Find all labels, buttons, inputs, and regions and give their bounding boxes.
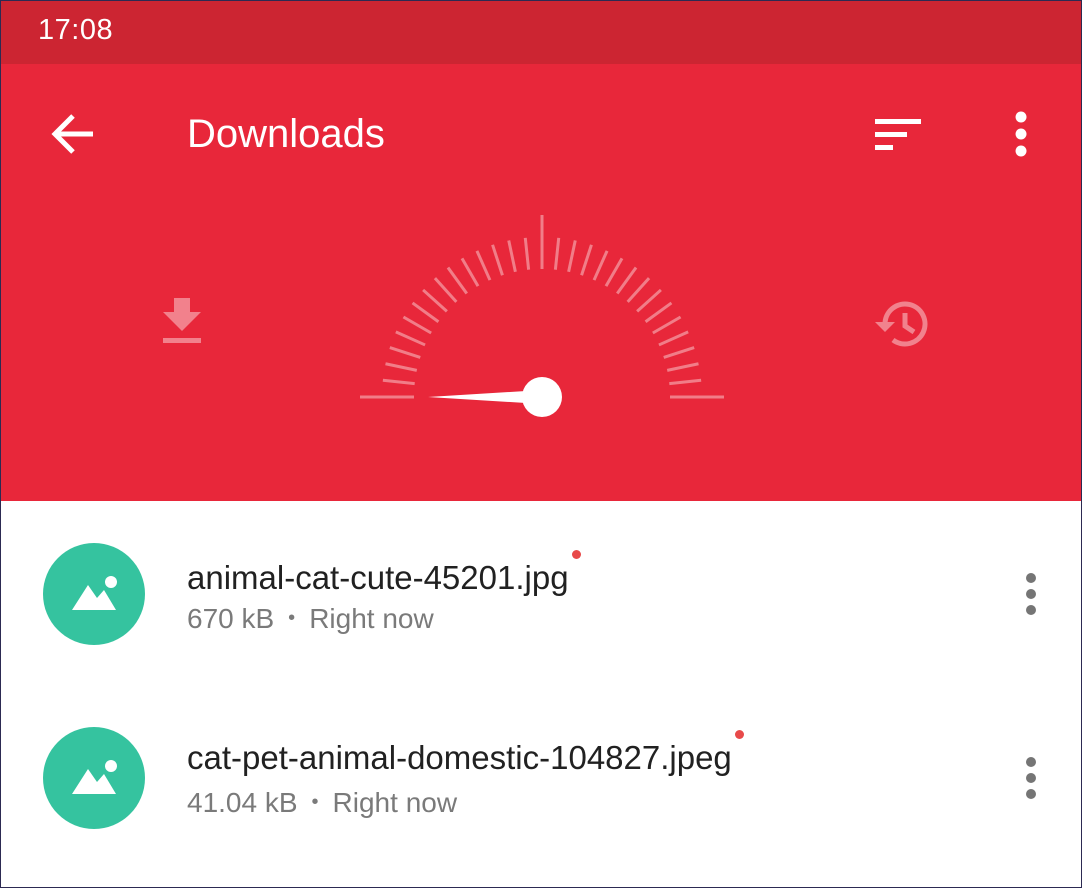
gauge-tick xyxy=(395,330,426,347)
meta-separator: • xyxy=(311,791,319,813)
gauge-tick xyxy=(446,266,468,295)
meta-separator: • xyxy=(288,607,296,629)
gauge-tick xyxy=(666,362,699,372)
speedometer-gauge xyxy=(360,215,724,417)
back-button[interactable] xyxy=(45,104,105,164)
gauge-tick xyxy=(616,266,638,295)
gauge-hub xyxy=(522,377,562,417)
new-indicator-dot xyxy=(734,730,744,739)
history-button[interactable] xyxy=(873,296,933,352)
gauge-tick xyxy=(553,237,561,270)
item-more-button[interactable] xyxy=(1015,755,1047,803)
sort-icon xyxy=(875,119,921,150)
gauge-tick xyxy=(626,277,651,303)
gauge-tick xyxy=(491,244,504,276)
file-size: 41.04 kB xyxy=(187,787,298,818)
more-vert-icon xyxy=(1015,111,1027,157)
file-name-row: cat-pet-animal-domestic-104827.jpeg xyxy=(187,730,744,777)
item-more-button[interactable] xyxy=(1015,571,1047,619)
gauge-tick xyxy=(580,244,593,276)
gauge-tick xyxy=(460,257,480,287)
file-time: Right now xyxy=(309,603,434,634)
image-icon xyxy=(72,576,117,610)
file-size: 670 kB xyxy=(187,603,275,634)
file-name: cat-pet-animal-domestic-104827.jpeg xyxy=(187,739,732,776)
app-frame: 17:08 Downloads animal-cat-cute-45201.jp… xyxy=(0,0,1082,888)
gauge-tick xyxy=(385,362,418,372)
more-vert-icon xyxy=(1026,573,1036,615)
file-name-row: animal-cat-cute-45201.jpg xyxy=(187,550,581,597)
file-thumbnail xyxy=(43,727,145,829)
gauge-tick xyxy=(658,330,689,347)
file-time: Right now xyxy=(332,787,458,818)
file-meta: 670 kB • Right now xyxy=(187,603,434,635)
file-name: animal-cat-cute-45201.jpg xyxy=(187,559,569,596)
app-bar: Downloads xyxy=(1,64,1081,501)
gauge-tick xyxy=(402,315,432,335)
gauge-tick xyxy=(636,288,662,313)
gauge-tick xyxy=(567,240,577,273)
sort-button[interactable] xyxy=(871,110,927,160)
gauge-tick xyxy=(507,240,517,273)
gauge-tick xyxy=(475,250,492,281)
list-item[interactable]: cat-pet-animal-domestic-104827.jpeg 41.0… xyxy=(1,685,1081,869)
file-meta: 41.04 kB • Right now xyxy=(187,787,457,819)
history-icon xyxy=(875,301,928,347)
gauge-tick xyxy=(604,257,624,287)
gauge-tick xyxy=(663,346,695,359)
image-icon xyxy=(72,760,117,794)
gauge-ticks xyxy=(360,215,724,399)
gauge-tick xyxy=(382,378,415,386)
gauge-tick xyxy=(433,277,458,303)
more-vert-icon xyxy=(1026,757,1036,799)
status-bar: 17:08 xyxy=(1,1,1081,64)
gauge-tick xyxy=(644,301,673,323)
gauge-tick xyxy=(411,301,440,323)
gauge-tick xyxy=(652,315,682,335)
downloads-tab-button[interactable] xyxy=(159,296,205,346)
gauge-tick xyxy=(422,288,448,313)
list-item[interactable]: animal-cat-cute-45201.jpg 670 kB • Right n… xyxy=(1,501,1081,685)
more-options-button[interactable] xyxy=(1005,108,1037,162)
gauge-tick xyxy=(389,346,421,359)
new-indicator-dot xyxy=(571,550,581,559)
status-time: 17:08 xyxy=(38,14,114,46)
arrow-back-icon xyxy=(51,114,93,154)
gauge-tick xyxy=(523,237,531,270)
download-icon xyxy=(163,298,201,343)
page-title: Downloads xyxy=(187,112,385,156)
gauge-tick xyxy=(592,250,609,281)
gauge-tick xyxy=(669,378,702,386)
file-thumbnail xyxy=(43,543,145,645)
